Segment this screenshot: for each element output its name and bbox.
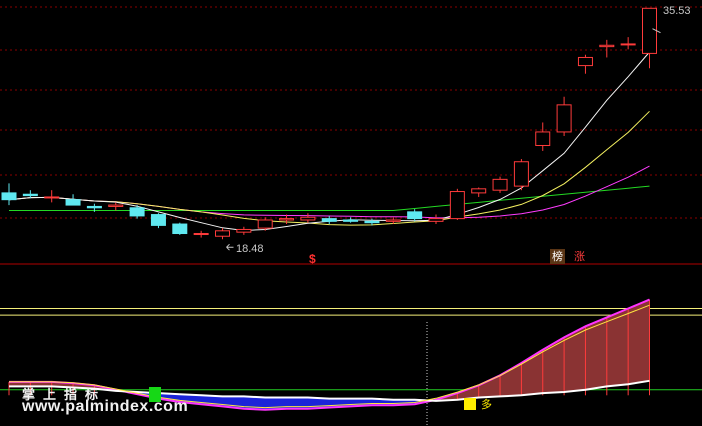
candle-body (620, 43, 636, 46)
candle-body (343, 219, 359, 222)
candle-body (108, 204, 124, 207)
watermark-url: www.palmindex.com (22, 398, 189, 415)
candle-body (556, 104, 572, 133)
candle-body (492, 178, 508, 191)
candle-body (577, 56, 593, 67)
low-price-label: 18.48 (236, 243, 264, 255)
candle-body (1, 192, 17, 201)
candle-body (407, 211, 423, 220)
yellow-signal-block (464, 398, 476, 410)
candle-body (193, 233, 209, 236)
candle-body (471, 188, 487, 194)
candle-body (172, 223, 188, 235)
candle-body (300, 216, 316, 221)
candle-body (642, 7, 657, 54)
candle-body (279, 218, 295, 221)
candle-body (535, 131, 551, 146)
chart-canvas (0, 6, 702, 426)
candle-body (86, 205, 102, 209)
candle-body (22, 193, 38, 197)
candle-body (599, 44, 615, 48)
candle-body (236, 228, 252, 233)
candle-body (449, 191, 465, 220)
badge-zhang: 涨 (574, 250, 585, 263)
low-arrow (226, 243, 234, 251)
candle-body (385, 219, 401, 222)
candle-body (129, 207, 145, 217)
candle-body (513, 161, 529, 187)
ma10-line (8, 110, 650, 226)
high-price-label: 35.53 (663, 5, 691, 17)
badge-bang: 榜 (550, 249, 565, 264)
candle-body (44, 196, 60, 199)
candle-body (257, 219, 273, 229)
candle-body (215, 230, 230, 237)
candle-body (65, 199, 81, 206)
signal-label: 多 (481, 398, 492, 411)
candle-body (364, 220, 380, 224)
candle-body (321, 218, 337, 222)
candle-body (150, 214, 166, 226)
dollar-marker: $ (309, 252, 316, 266)
ma5-line (8, 51, 650, 232)
candle-body (428, 218, 444, 222)
